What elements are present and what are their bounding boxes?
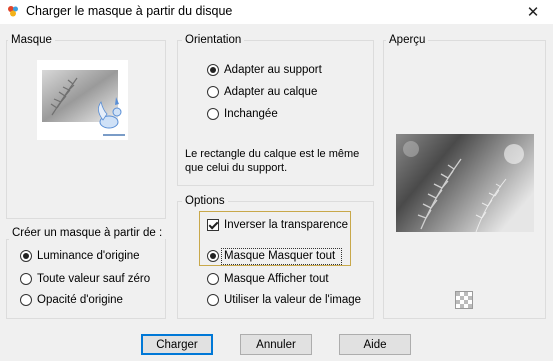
radio-button-checked[interactable]	[207, 64, 219, 76]
radio-label: Toute valeur sauf zéro	[37, 273, 151, 285]
radio-label: Adapter au support	[224, 64, 322, 76]
radio-button[interactable]	[207, 294, 219, 306]
radio-label: Masque Afficher tout	[224, 273, 329, 285]
radio-luminance[interactable]: Luminance d'origine	[20, 250, 140, 262]
radio-opacity[interactable]: Opacité d'origine	[20, 294, 123, 306]
help-button[interactable]: Aide	[339, 334, 411, 355]
radio-fit-canvas[interactable]: Adapter au support	[207, 64, 322, 76]
radio-button[interactable]	[20, 273, 32, 285]
load-button[interactable]: Charger	[141, 334, 213, 355]
checkbox-invert-transparency[interactable]: Inverser la transparence	[207, 219, 348, 231]
radio-label: Utiliser la valeur de l'image	[224, 294, 362, 306]
radio-button-checked[interactable]	[207, 250, 219, 262]
mask-thumbnail[interactable]	[37, 60, 128, 140]
preview-group-label: Aperçu	[386, 33, 429, 47]
cancel-button[interactable]: Annuler	[240, 334, 312, 355]
checkerboard-icon	[456, 292, 472, 308]
checkbox-checked[interactable]	[207, 219, 219, 231]
window-title: Charger le masque à partir du disque	[26, 4, 233, 18]
preview-image	[396, 134, 534, 233]
orientation-note: Le rectangle du calque est le même que c…	[185, 148, 360, 174]
orientation-group-label: Orientation	[182, 33, 245, 47]
close-button[interactable]: ✕	[513, 0, 553, 24]
radio-unchanged[interactable]: Inchangée	[207, 108, 278, 120]
radio-label: Opacité d'origine	[37, 294, 123, 306]
transparency-icon[interactable]	[455, 291, 473, 309]
radio-label: Luminance d'origine	[37, 250, 140, 262]
radio-button[interactable]	[207, 273, 219, 285]
checkbox-label: Inverser la transparence	[224, 219, 349, 231]
radio-show-all[interactable]: Masque Afficher tout	[207, 273, 329, 285]
focus-rectangle	[221, 248, 342, 265]
create-mask-group-label: Créer un masque à partir de :	[9, 226, 166, 240]
mask-thumbnail-image	[42, 70, 125, 136]
radio-button-checked[interactable]	[20, 250, 32, 262]
close-icon: ✕	[526, 4, 540, 21]
radio-nonzero[interactable]: Toute valeur sauf zéro	[20, 273, 150, 285]
radio-label: Inchangée	[224, 108, 278, 120]
title-bar: Charger le masque à partir du disque ✕	[0, 0, 553, 24]
radio-button[interactable]	[207, 108, 219, 120]
paintshop-app-icon	[6, 4, 20, 18]
masque-group-label: Masque	[8, 33, 55, 47]
radio-fit-layer[interactable]: Adapter au calque	[207, 86, 317, 98]
radio-label: Adapter au calque	[224, 86, 318, 98]
radio-use-image-value[interactable]: Utiliser la valeur de l'image	[207, 294, 361, 306]
radio-button[interactable]	[20, 294, 32, 306]
radio-button[interactable]	[207, 86, 219, 98]
options-group-label: Options	[182, 194, 228, 208]
